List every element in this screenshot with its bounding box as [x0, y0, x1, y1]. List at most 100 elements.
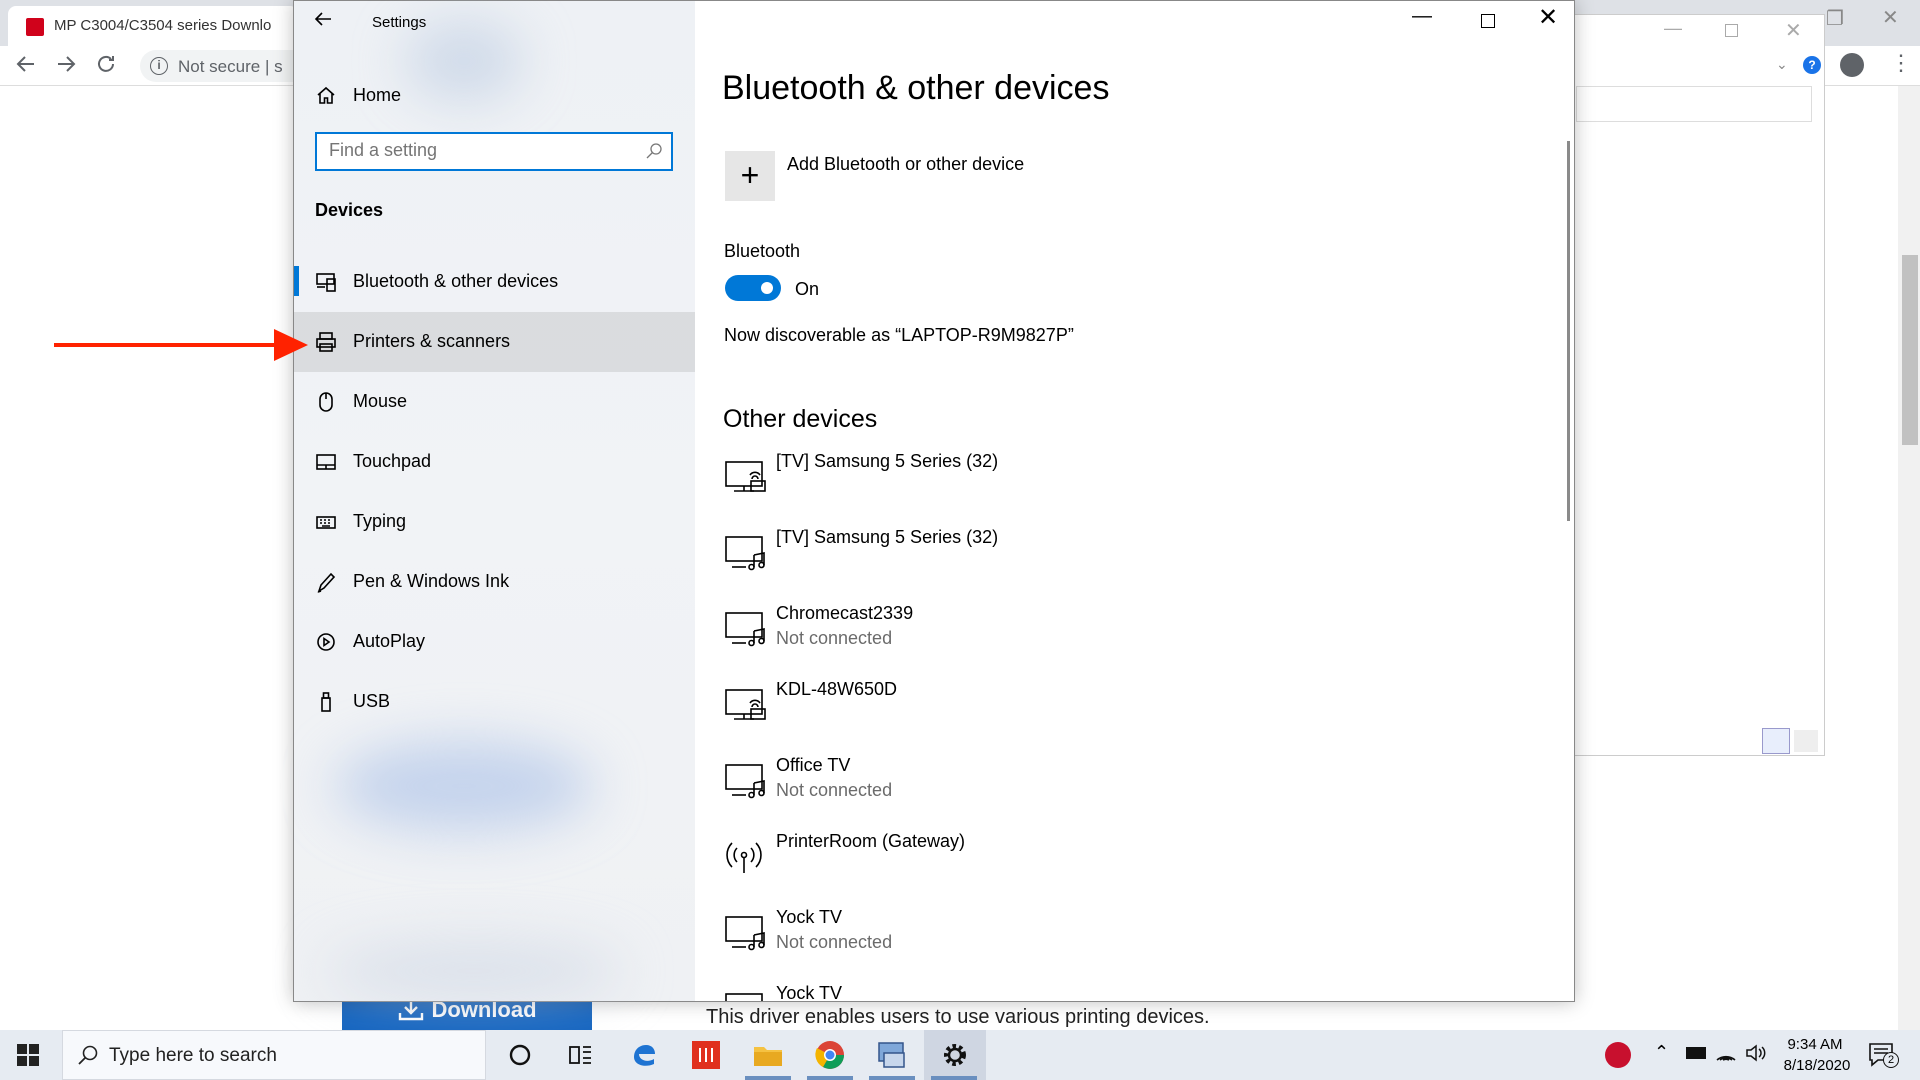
bluetooth-label: Bluetooth: [724, 241, 801, 261]
bluetooth-toggle[interactable]: [725, 275, 781, 301]
device-name: Yock TV: [776, 907, 843, 927]
sidebar-item-usb[interactable]: USB: [294, 672, 695, 732]
info-icon[interactable]: i: [150, 57, 168, 75]
sidebar-item-typing[interactable]: Typing: [294, 492, 695, 552]
clock-time[interactable]: 9:34 AM: [1785, 1036, 1845, 1053]
search-icon: [78, 1045, 98, 1065]
other-devices-heading: Other devices: [723, 405, 878, 433]
browser-tab[interactable]: MP C3004/C3504 series Downlo: [8, 6, 298, 46]
bg-dialog-field[interactable]: [1576, 86, 1812, 122]
chevron-down-icon[interactable]: ⌄: [1776, 56, 1788, 73]
sidebar-item-label: Printers & scanners: [353, 331, 511, 351]
display-icon: [725, 689, 766, 720]
antivirus-tray-icon[interactable]: [1605, 1042, 1631, 1068]
sidebar-item-touchpad[interactable]: Touchpad: [294, 432, 695, 492]
running-indicator: [807, 1076, 853, 1080]
back-button[interactable]: [12, 52, 40, 80]
bg-dialog-maximize-icon[interactable]: [1725, 24, 1738, 37]
sidebar-item-printers[interactable]: Printers & scanners: [294, 312, 695, 372]
file-explorer-icon[interactable]: [752, 1039, 784, 1071]
maximize-button[interactable]: [1481, 14, 1495, 28]
sidebar-item-label: Mouse: [353, 391, 408, 411]
page-scrollbar-thumb[interactable]: [1902, 255, 1918, 445]
clock-date[interactable]: 8/18/2020: [1777, 1057, 1857, 1074]
office-icon[interactable]: [690, 1039, 722, 1071]
show-hidden-icons-chevron-icon[interactable]: ⌃: [1654, 1042, 1669, 1063]
device-name: Yock TV: [776, 983, 843, 1001]
action-center-icon[interactable]: 2: [1868, 1042, 1899, 1073]
search-input[interactable]: [329, 140, 629, 161]
sidebar-item-label: Pen & Windows Ink: [353, 571, 510, 591]
running-indicator: [869, 1076, 915, 1080]
sidebar-item-label: AutoPlay: [353, 631, 426, 651]
remote-app-icon[interactable]: [876, 1039, 908, 1071]
page-scrollbar[interactable]: [1898, 86, 1920, 1030]
autoplay-icon: [317, 633, 335, 651]
device-item[interactable]: Office TV Not connected: [724, 755, 1424, 831]
windows-start-icon[interactable]: [16, 1043, 40, 1067]
sidebar-item-mouse[interactable]: Mouse: [294, 372, 695, 432]
close-icon[interactable]: ✕: [1882, 5, 1899, 30]
restore-icon[interactable]: ❐: [1826, 6, 1844, 31]
device-item[interactable]: Chromecast2339 Not connected: [724, 603, 1424, 679]
forward-button[interactable]: [52, 52, 80, 80]
keyboard-icon: [316, 516, 336, 529]
profile-avatar-icon[interactable]: [1840, 53, 1864, 77]
settings-gear-icon[interactable]: [939, 1039, 971, 1071]
window-title: Settings: [372, 14, 427, 31]
device-item[interactable]: [TV] Samsung 5 Series (32): [724, 451, 1424, 527]
sidebar-item-autoplay[interactable]: AutoPlay: [294, 612, 695, 672]
discoverable-text: Now discoverable as “LAPTOP-R9M9827P”: [724, 325, 1074, 345]
bg-dialog-close-icon[interactable]: ✕: [1785, 18, 1802, 43]
content-scrollbar[interactable]: [1567, 141, 1570, 521]
details-view-icon[interactable]: [1762, 728, 1790, 754]
media-display-icon: [725, 612, 765, 647]
security-label: Not secure | s: [178, 57, 283, 76]
arrow-right-icon: [58, 56, 76, 72]
acrylic-blur: [334, 741, 594, 831]
media-display-icon: [725, 764, 765, 799]
touchpad-icon: [316, 454, 336, 470]
sidebar-item-label: Touchpad: [353, 451, 432, 471]
taskbar-search-box[interactable]: Type here to search: [62, 1030, 486, 1080]
browser-menu-icon[interactable]: ⋮: [1890, 50, 1912, 76]
device-item[interactable]: KDL-48W650D: [724, 679, 1424, 755]
find-setting-search[interactable]: [315, 132, 673, 171]
bg-dialog-minimize-icon[interactable]: —: [1664, 18, 1682, 39]
add-device-button[interactable]: +: [725, 151, 775, 201]
address-bar[interactable]: i Not secure | s: [140, 50, 310, 82]
sidebar-item-pen[interactable]: Pen & Windows Ink: [294, 552, 695, 612]
settings-window: Settings Home Devices Bluetooth & other …: [293, 0, 1575, 1002]
preview-view-icon[interactable]: [1794, 730, 1818, 752]
taskbar-search-placeholder: Type here to search: [109, 1045, 277, 1066]
running-indicator: [745, 1076, 791, 1080]
edge-icon[interactable]: [628, 1039, 660, 1071]
device-name: [TV] Samsung 5 Series (32): [776, 527, 999, 547]
wireless-gateway-icon: [726, 842, 762, 873]
device-item[interactable]: PrinterRoom (Gateway): [724, 831, 1424, 907]
volume-icon[interactable]: [1744, 1041, 1768, 1070]
minimize-button[interactable]: —: [1412, 5, 1432, 28]
sidebar-item-bluetooth[interactable]: Bluetooth & other devices: [294, 252, 695, 312]
reload-button[interactable]: [92, 52, 120, 80]
device-item[interactable]: Yock TV: [724, 983, 1424, 1001]
chrome-icon[interactable]: [814, 1039, 846, 1071]
close-button[interactable]: ✕: [1538, 3, 1558, 32]
wifi-icon[interactable]: [1714, 1041, 1738, 1070]
tab-title: MP C3004/C3504 series Downlo: [54, 17, 272, 34]
arrow-left-icon: [314, 12, 331, 26]
back-button[interactable]: [314, 10, 332, 34]
cortana-icon[interactable]: [504, 1039, 536, 1071]
sidebar-item-label: Typing: [353, 511, 407, 531]
home-nav-item[interactable]: Home: [294, 75, 695, 115]
task-view-icon[interactable]: [564, 1039, 596, 1071]
notification-count-badge: 2: [1883, 1052, 1899, 1068]
device-status: Not connected: [776, 780, 893, 800]
help-icon[interactable]: ?: [1803, 56, 1821, 74]
device-item[interactable]: [TV] Samsung 5 Series (32): [724, 527, 1424, 603]
taskbar: Type here to search ⌃ 9:34 AM 8/18/2020 …: [0, 1030, 1920, 1080]
bluetooth-state: On: [795, 279, 820, 299]
battery-icon[interactable]: [1686, 1047, 1706, 1059]
add-device-label[interactable]: Add Bluetooth or other device: [787, 154, 1024, 175]
device-item[interactable]: Yock TV Not connected: [724, 907, 1424, 983]
